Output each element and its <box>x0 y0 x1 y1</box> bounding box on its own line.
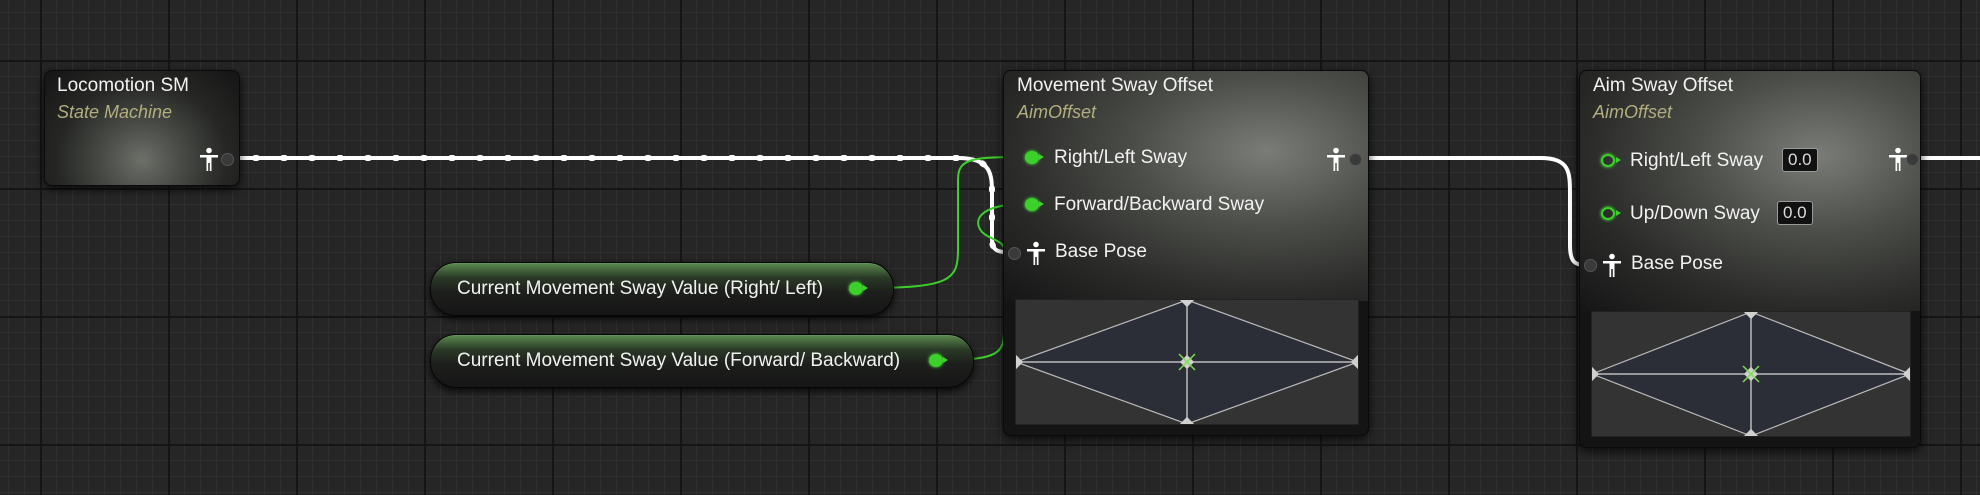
base-pose-input-pin[interactable] <box>1008 247 1021 260</box>
forward-backward-sway-pin[interactable] <box>1025 198 1044 211</box>
output-pose-pin[interactable] <box>1906 153 1919 166</box>
right-left-sway-pin[interactable] <box>1025 151 1044 164</box>
float-wire-right-left[interactable] <box>865 156 1021 289</box>
up-down-sway-pin[interactable] <box>1601 207 1621 220</box>
aim-sway-offset-node[interactable]: Aim Sway Offset AimOffset Right/Left Swa… <box>1579 70 1921 448</box>
current-movement-sway-forward-backward-variable[interactable]: Current Movement Sway Value (Forward/ Ba… <box>430 334 974 388</box>
right-left-sway-label: Right/Left Sway <box>1630 150 1764 171</box>
node-title: Locomotion SM <box>57 75 190 96</box>
base-pose-input-pin[interactable] <box>1584 259 1597 272</box>
blend-space-grid <box>1016 300 1358 424</box>
pose-wire-locomotion-to-base-pose[interactable] <box>224 155 1009 255</box>
right-left-sway-value-input[interactable]: 0.0 <box>1782 148 1818 172</box>
blend-space-grid <box>1592 312 1910 436</box>
pose-wire-movement-to-aim-base-pose[interactable] <box>1354 156 1586 267</box>
right-left-sway-pin[interactable] <box>1601 154 1621 167</box>
base-pose-label: Base Pose <box>1055 241 1147 262</box>
person-pose-icon <box>1603 253 1621 277</box>
person-pose-icon[interactable] <box>198 147 220 171</box>
current-movement-sway-right-left-variable[interactable]: Current Movement Sway Value (Right/ Left… <box>430 262 894 316</box>
output-pose-pin[interactable] <box>1349 153 1362 166</box>
node-subtitle: AimOffset <box>1593 102 1673 122</box>
variable-label: Current Movement Sway Value (Forward/ Ba… <box>457 350 901 371</box>
variable-label: Current Movement Sway Value (Right/ Left… <box>457 278 824 299</box>
blend-space-preview[interactable] <box>1015 299 1359 425</box>
forward-backward-sway-label: Forward/Backward Sway <box>1054 194 1265 215</box>
blend-space-preview[interactable] <box>1591 311 1911 437</box>
base-pose-label: Base Pose <box>1631 253 1723 274</box>
node-subtitle: AimOffset <box>1017 102 1097 122</box>
node-title: Aim Sway Offset <box>1593 75 1734 96</box>
variable-output-pin[interactable] <box>849 282 868 295</box>
node-subtitle: State Machine <box>57 102 173 122</box>
locomotion-sm-node[interactable]: Locomotion SM State Machine <box>44 70 240 186</box>
person-pose-icon <box>1027 241 1045 265</box>
output-pose-pin[interactable] <box>221 153 234 166</box>
node-title: Movement Sway Offset <box>1017 75 1214 96</box>
person-pose-icon[interactable] <box>1325 147 1347 171</box>
right-left-sway-label: Right/Left Sway <box>1054 147 1188 168</box>
up-down-sway-label: Up/Down Sway <box>1630 203 1760 224</box>
variable-output-pin[interactable] <box>929 354 948 367</box>
up-down-sway-value-input[interactable]: 0.0 <box>1777 201 1813 225</box>
movement-sway-offset-node[interactable]: Movement Sway Offset AimOffset Right/Lef… <box>1003 70 1369 436</box>
